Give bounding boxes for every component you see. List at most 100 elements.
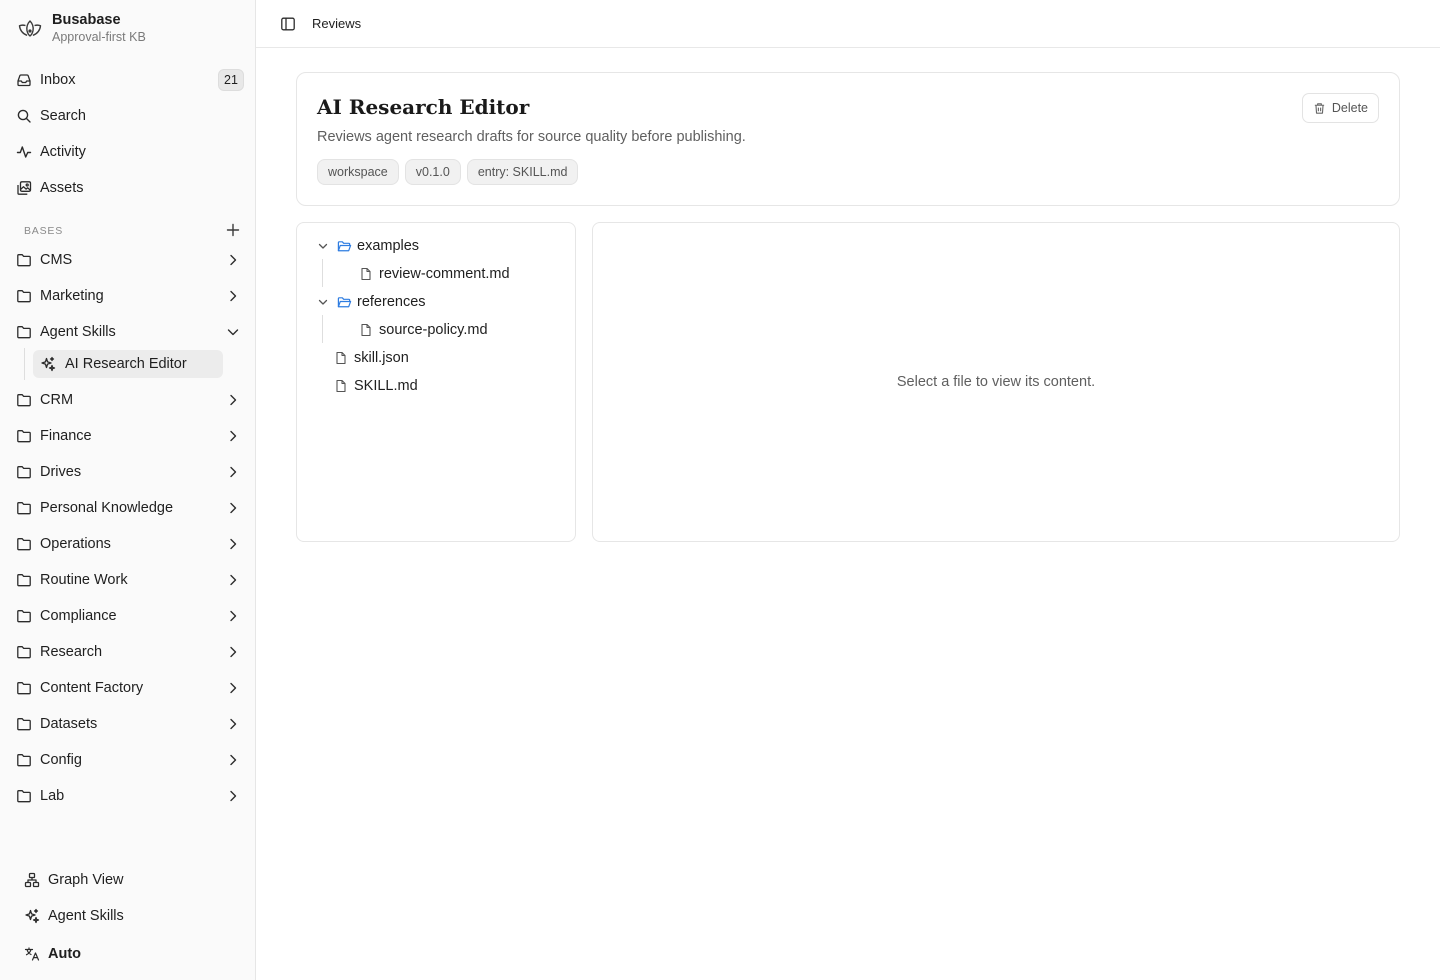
nav-graph-view-label: Graph View [48,872,124,888]
file-icon [334,379,348,393]
add-base-plus-icon[interactable] [226,223,240,237]
tree-folder-label: examples [357,238,420,254]
base-agent-skills[interactable]: Agent Skills [8,316,248,348]
chevron-right-icon[interactable] [226,717,240,731]
trash-icon [1313,102,1326,115]
base-label: Agent Skills [40,324,116,340]
nav-agent-skills[interactable]: Agent Skills [16,900,240,932]
file-tree-panel: examples review-comment.md references so… [296,222,576,542]
folder-icon [16,752,32,768]
chevron-right-icon[interactable] [226,501,240,515]
chevron-down-icon[interactable] [226,325,240,339]
folder-icon [16,252,32,268]
chevron-right-icon[interactable] [226,537,240,551]
base-compliance[interactable]: Compliance [8,600,248,632]
chevron-right-icon[interactable] [226,429,240,443]
folder-icon [16,500,32,516]
sparkles-icon [24,908,40,924]
base-label: Routine Work [40,572,128,588]
file-icon [359,267,373,281]
tree-file-label: source-policy.md [379,322,488,338]
tree-file-review-comment[interactable]: review-comment.md [359,262,510,286]
tree-file-skill-md[interactable]: SKILL.md [334,374,418,398]
base-research[interactable]: Research [8,636,248,668]
base-cms[interactable]: CMS [8,244,248,276]
folder-icon [16,572,32,588]
chevron-down-icon[interactable] [317,240,329,252]
delete-button[interactable]: Delete [1301,93,1379,123]
folder-icon [16,716,32,732]
chevron-down-icon[interactable] [317,296,329,308]
chevron-right-icon[interactable] [226,681,240,695]
breadcrumb[interactable]: Reviews [312,16,361,31]
nav-activity[interactable]: Activity [8,136,248,168]
tree-file-source-policy[interactable]: source-policy.md [359,318,488,342]
tree-file-label: review-comment.md [379,266,510,282]
sidebar-toggle-icon[interactable] [280,16,296,32]
base-routine-work[interactable]: Routine Work [8,564,248,596]
nav-assets[interactable]: Assets [8,172,248,204]
language-switch[interactable]: Auto [16,938,240,970]
base-label: Drives [40,464,82,480]
nav-search-label: Search [40,108,86,124]
inbox-icon [16,72,32,88]
tree-file-skill-json[interactable]: skill.json [334,346,409,370]
folder-icon [16,680,32,696]
folder-icon [16,788,32,804]
brand[interactable]: Busabase Approval-first KB [16,10,146,46]
folder-icon [16,324,32,340]
nav-inbox-label: Inbox [40,72,76,88]
language-label: Auto [48,946,82,962]
tree-folder-examples[interactable]: examples [317,234,419,258]
tree-file-label: skill.json [354,350,409,366]
base-marketing[interactable]: Marketing [8,280,248,312]
chevron-right-icon[interactable] [226,253,240,267]
base-label: Operations [40,536,111,552]
tree-guide-line [24,348,25,380]
skill-header-card: AI Research Editor Reviews agent researc… [296,72,1400,206]
folder-icon [16,392,32,408]
chevron-right-icon[interactable] [226,753,240,767]
base-crm[interactable]: CRM [8,384,248,416]
chevron-right-icon[interactable] [226,645,240,659]
brand-name: Busabase [52,11,121,28]
activity-icon [16,144,32,160]
base-lab[interactable]: Lab [8,780,248,812]
base-config[interactable]: Config [8,744,248,776]
images-icon [16,180,32,196]
tree-file-label: SKILL.md [354,378,418,394]
base-datasets[interactable]: Datasets [8,708,248,740]
base-finance[interactable]: Finance [8,420,248,452]
base-label: Research [40,644,103,660]
file-icon [359,323,373,337]
folder-icon [16,428,32,444]
graph-network-icon [24,872,40,888]
base-content-factory[interactable]: Content Factory [8,672,248,704]
base-child-ai-research-editor[interactable]: AI Research Editor [33,350,223,378]
nav-search[interactable]: Search [8,100,248,132]
brand-subtitle: Approval-first KB [52,29,146,44]
skill-description: Reviews agent research drafts for source… [317,129,746,145]
nav-inbox[interactable]: Inbox 21 [8,64,248,96]
chevron-right-icon[interactable] [226,609,240,623]
sparkles-icon [40,356,56,372]
base-operations[interactable]: Operations [8,528,248,560]
tag-entry: entry: SKILL.md [466,159,579,185]
chevron-right-icon[interactable] [226,789,240,803]
chevron-right-icon[interactable] [226,573,240,587]
nav-graph-view[interactable]: Graph View [16,864,240,896]
chevron-right-icon[interactable] [226,393,240,407]
base-personal-knowledge[interactable]: Personal Knowledge [8,492,248,524]
base-label: Lab [40,788,65,804]
chevron-right-icon[interactable] [226,289,240,303]
folder-icon [16,536,32,552]
translate-icon [24,946,40,962]
folder-open-icon [337,239,352,254]
base-drives[interactable]: Drives [8,456,248,488]
chevron-right-icon[interactable] [226,465,240,479]
base-label: CRM [40,392,74,408]
sidebar: Busabase Approval-first KB Inbox 21 Sear… [0,0,256,980]
base-label: Content Factory [40,680,144,696]
tree-folder-references[interactable]: references [317,290,426,314]
base-label: Personal Knowledge [40,500,174,516]
